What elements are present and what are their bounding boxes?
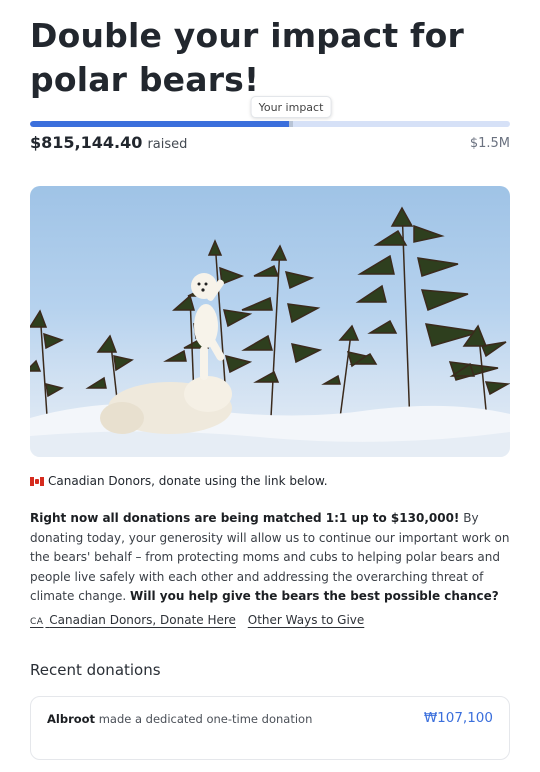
donation-description: Albroot made a dedicated one-time donati… [47,712,312,726]
page-title: Double your impact for polar bears! [30,16,464,99]
goal-amount: $1.5M [469,136,510,151]
raised-total: $815,144.40 raised [30,133,187,155]
donation-links: CA Canadian Donors, Donate Here Other Wa… [30,611,372,631]
polar-bear-photo [30,186,510,457]
other-ways-link[interactable]: Other Ways to Give [248,613,364,627]
appeal-closing: Will you help give the bears the best po… [130,589,499,603]
donor-name: Albroot [47,712,96,726]
match-headline: Right now all donations are being matche… [30,511,460,525]
donation-amount: ₩107,100 [423,710,493,726]
fundraising-progress: Your impact $815,144.40 raised $1.5M [30,96,510,160]
canadian-notice-text: Canadian Donors, donate using the link b… [48,474,328,488]
donation-card: Albroot made a dedicated one-time donati… [30,696,510,760]
ca-prefix: CA [30,617,44,627]
recent-donations-title: Recent donations [30,661,161,679]
appeal-paragraph: Right now all donations are being matche… [30,509,510,607]
donation-text: made a dedicated one-time donation [98,712,313,726]
canadian-donate-link-label: Canadian Donors, Donate Here [49,613,236,627]
canadian-donate-link[interactable]: CA Canadian Donors, Donate Here [30,613,236,627]
canada-flag-icon [30,477,44,486]
raised-amount: $815,144.40 [30,133,143,152]
raised-label: raised [147,137,188,152]
impact-marker [289,121,293,127]
your-impact-tooltip: Your impact [250,96,332,118]
progress-fill [30,121,291,127]
polar-bear-illustration [30,206,510,457]
progress-track [30,121,510,127]
canadian-donors-notice: Canadian Donors, donate using the link b… [30,472,328,490]
